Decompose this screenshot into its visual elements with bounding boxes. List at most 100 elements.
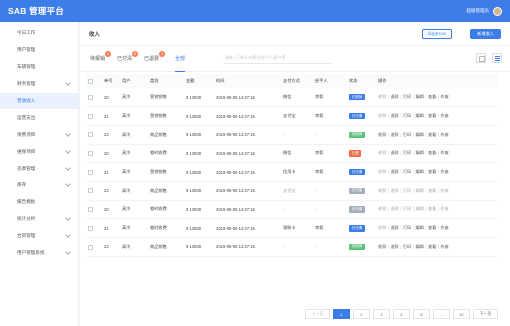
op-refund-link[interactable]: 退款	[390, 225, 398, 230]
op-void-link[interactable]: 作废	[440, 206, 448, 211]
tab-item[interactable]: 已付清 8	[117, 46, 139, 72]
op-print-link[interactable]: 打印	[403, 169, 411, 174]
op-collect-link[interactable]: 收款	[378, 94, 386, 99]
op-collect-link[interactable]: 收款	[378, 225, 386, 230]
op-print-link[interactable]: 打印	[403, 113, 411, 118]
sidebar-item[interactable]: 营收收入	[0, 92, 78, 110]
op-refund-link[interactable]: 退款	[390, 150, 398, 155]
op-edit-link[interactable]: 编辑	[415, 113, 423, 118]
op-void-link[interactable]: 作废	[440, 244, 448, 249]
list-view-icon[interactable]	[492, 53, 502, 63]
op-view-link[interactable]: 查看	[428, 132, 436, 137]
select-all-checkbox[interactable]	[88, 78, 93, 84]
op-view-link[interactable]: 查看	[428, 169, 436, 174]
tab-item[interactable]: 已退费 4	[144, 46, 166, 72]
op-collect-link[interactable]: 收款	[378, 132, 386, 137]
op-collect-link[interactable]: 收款	[378, 169, 386, 174]
sidebar-item[interactable]: 财务管理	[0, 76, 78, 93]
op-edit-link[interactable]: 编辑	[415, 94, 423, 99]
op-view-link[interactable]: 查看	[428, 206, 436, 211]
sidebar-item[interactable]: 用户管理系统	[0, 245, 78, 262]
op-void-link[interactable]: 作废	[440, 188, 448, 193]
row-checkbox[interactable]	[88, 225, 93, 231]
op-refund-link[interactable]: 退款	[390, 169, 398, 174]
row-checkbox[interactable]	[88, 244, 93, 250]
op-edit-link[interactable]: 编辑	[415, 206, 423, 211]
page-number-button[interactable]: 1	[333, 309, 350, 319]
sidebar-item[interactable]: 今日工作	[0, 25, 78, 42]
sidebar-item[interactable]: 合同管理	[0, 228, 78, 245]
op-edit-link[interactable]: 编辑	[415, 225, 423, 230]
row-checkbox[interactable]	[88, 169, 93, 175]
op-void-link[interactable]: 作废	[440, 132, 448, 137]
op-view-link[interactable]: 查看	[428, 150, 436, 155]
sidebar-item[interactable]: 报告模板	[0, 194, 78, 211]
op-print-link[interactable]: 打印	[403, 244, 411, 249]
sidebar-item[interactable]: 统计分析	[0, 211, 78, 228]
op-print-link[interactable]: 打印	[403, 94, 411, 99]
page-number-button[interactable]: 10	[453, 309, 470, 319]
op-collect-link[interactable]: 收款	[378, 150, 386, 155]
op-view-link[interactable]: 查看	[428, 188, 436, 193]
sidebar-item[interactable]: 运营支出	[0, 109, 78, 126]
op-collect-link[interactable]: 收款	[378, 206, 386, 211]
op-print-link[interactable]: 打印	[403, 150, 411, 155]
page-number-button[interactable]: 2	[353, 309, 370, 319]
page-number-button[interactable]: 5	[413, 309, 430, 319]
add-income-button[interactable]: 新增收入	[470, 28, 501, 39]
page-number-button[interactable]: 3	[373, 309, 390, 319]
op-view-link[interactable]: 查看	[428, 225, 436, 230]
row-checkbox[interactable]	[88, 207, 93, 213]
search-input[interactable]: 请输入订单号/车牌号/经手人/客户等	[223, 54, 331, 64]
export-excel-button[interactable]: 导出Excel	[421, 28, 453, 39]
sidebar-item[interactable]: 保费项目	[0, 126, 78, 143]
row-checkbox[interactable]	[88, 151, 93, 157]
op-void-link[interactable]: 作废	[440, 113, 448, 118]
row-checkbox[interactable]	[88, 94, 93, 100]
op-edit-link[interactable]: 编辑	[415, 188, 423, 193]
op-void-link[interactable]: 作废	[440, 94, 448, 99]
op-view-link[interactable]: 查看	[428, 94, 436, 99]
tab-item[interactable]: 待报销 4	[90, 46, 112, 72]
sidebar-item-label: 今日工作	[17, 30, 36, 36]
op-collect-link[interactable]: 收款	[378, 188, 386, 193]
op-refund-link[interactable]: 退款	[390, 94, 398, 99]
op-print-link[interactable]: 打印	[403, 188, 411, 193]
order-id: 21	[104, 169, 109, 175]
row-checkbox[interactable]	[88, 113, 93, 119]
op-void-link[interactable]: 作废	[440, 169, 448, 174]
op-edit-link[interactable]: 编辑	[415, 169, 423, 174]
sidebar-item[interactable]: 违章管理	[0, 160, 78, 177]
user-menu[interactable]: 超级管理员	[467, 6, 502, 16]
row-select-cell	[86, 125, 102, 144]
tab-item[interactable]: 全部	[175, 46, 186, 72]
sidebar-item[interactable]: 库存	[0, 177, 78, 194]
row-checkbox[interactable]	[88, 132, 93, 138]
op-view-link[interactable]: 查看	[428, 113, 436, 118]
op-edit-link[interactable]: 编辑	[415, 244, 423, 249]
op-collect-link[interactable]: 收款	[378, 113, 386, 118]
op-edit-link[interactable]: 编辑	[415, 150, 423, 155]
op-print-link[interactable]: 打印	[403, 225, 411, 230]
op-print-link[interactable]: 打印	[403, 206, 411, 211]
op-edit-link[interactable]: 编辑	[415, 132, 423, 137]
op-refund-link[interactable]: 退款	[390, 132, 398, 137]
next-page-button[interactable]: 下一页	[473, 309, 498, 319]
op-collect-link[interactable]: 收款	[378, 244, 386, 249]
grid-view-icon[interactable]	[476, 53, 486, 63]
prev-page-button[interactable]: 上一页	[305, 309, 330, 319]
op-refund-link[interactable]: 退款	[390, 113, 398, 118]
page-number-button[interactable]: 4	[393, 309, 410, 319]
sidebar-item[interactable]: 维保项目	[0, 143, 78, 160]
op-void-link[interactable]: 作废	[440, 225, 448, 230]
sidebar-item[interactable]: 用户管理	[0, 42, 78, 59]
op-refund-link[interactable]: 退款	[390, 206, 398, 211]
sidebar-item[interactable]: 车辆管理	[0, 59, 78, 76]
op-refund-link[interactable]: 退款	[390, 244, 398, 249]
avatar[interactable]	[493, 6, 502, 16]
row-checkbox[interactable]	[88, 188, 93, 194]
op-refund-link[interactable]: 退款	[390, 188, 398, 193]
op-view-link[interactable]: 查看	[428, 244, 436, 249]
op-void-link[interactable]: 作废	[440, 150, 448, 155]
op-print-link[interactable]: 打印	[403, 132, 411, 137]
